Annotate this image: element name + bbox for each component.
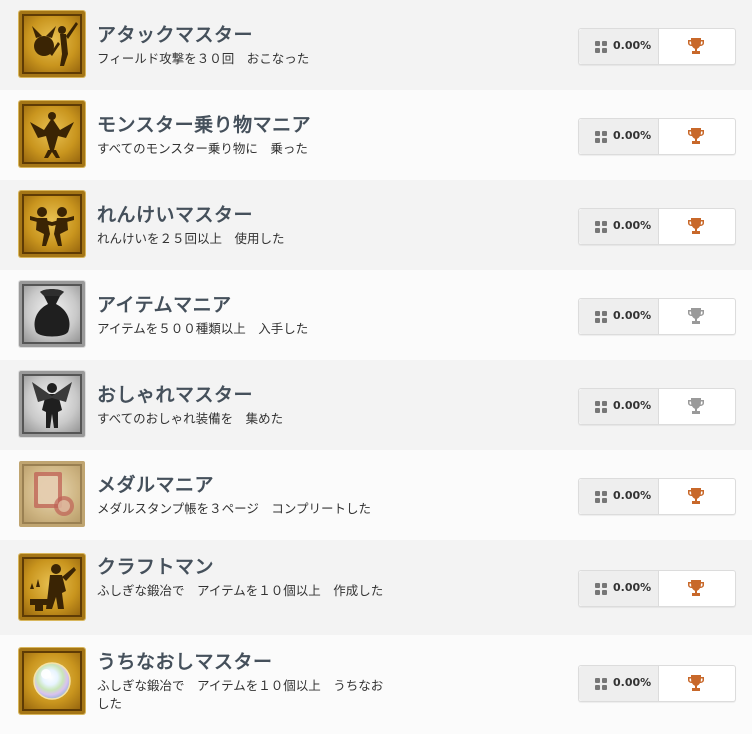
trophy-description: アイテムを５００種類以上 入手した bbox=[97, 321, 309, 336]
trophy-stat: 0.00% bbox=[578, 478, 736, 515]
trophy-title: クラフトマン bbox=[97, 556, 215, 578]
trophy-icon bbox=[688, 308, 704, 324]
trophy-row[interactable]: アイテムマニア アイテムを５００種類以上 入手した 0.00% bbox=[0, 270, 752, 360]
percent-value: 0.00% bbox=[613, 129, 652, 142]
percent-box: 0.00% bbox=[579, 571, 659, 606]
trophy-row[interactable]: れんけいマスター れんけいを２５回以上 使用した 0.00% bbox=[0, 180, 752, 270]
percent-box: 0.00% bbox=[579, 209, 659, 244]
rainbow-orb-icon bbox=[19, 648, 85, 714]
grid-icon bbox=[595, 678, 607, 690]
grid-icon bbox=[595, 131, 607, 143]
percent-value: 0.00% bbox=[613, 39, 652, 52]
trophy-icon bbox=[688, 398, 704, 414]
trophy-list: アタックマスター フィールド攻撃を３０回 おこなった 0.00% モンスター乗り… bbox=[0, 0, 752, 734]
percent-box: 0.00% bbox=[579, 389, 659, 424]
trophy-row[interactable]: うちなおしマスター ふしぎな鍛冶で アイテムを１０個以上 うちなおした 0.00… bbox=[0, 635, 752, 734]
trophy-row[interactable]: クラフトマン ふしぎな鍛冶で アイテムを１０個以上 作成した 0.00% bbox=[0, 540, 752, 635]
grid-icon bbox=[595, 311, 607, 323]
percent-value: 0.00% bbox=[613, 489, 652, 502]
fashion-figure-icon bbox=[19, 371, 85, 437]
dragon-rider-icon bbox=[19, 101, 85, 167]
trophy-icon bbox=[688, 218, 704, 234]
trophy-description: れんけいを２５回以上 使用した bbox=[97, 231, 285, 246]
percent-value: 0.00% bbox=[613, 309, 652, 322]
trophy-title: アタックマスター bbox=[97, 24, 254, 46]
trophy-title: れんけいマスター bbox=[97, 204, 254, 226]
medal-stamp-book-icon bbox=[19, 461, 85, 527]
percent-value: 0.00% bbox=[613, 219, 652, 232]
percent-box: 0.00% bbox=[579, 479, 659, 514]
trophy-row[interactable]: おしゃれマスター すべてのおしゃれ装備を 集めた 0.00% bbox=[0, 360, 752, 450]
percent-value: 0.00% bbox=[613, 581, 652, 594]
trophy-row[interactable]: モンスター乗り物マニア すべてのモンスター乗り物に 乗った 0.00% bbox=[0, 90, 752, 180]
trophy-title: うちなおしマスター bbox=[97, 651, 273, 673]
percent-value: 0.00% bbox=[613, 676, 652, 689]
trophy-icon bbox=[688, 675, 704, 691]
grid-icon bbox=[595, 41, 607, 53]
warrior-attack-icon bbox=[19, 11, 85, 77]
trophy-row[interactable]: メダルマニア メダルスタンプ帳を３ページ コンプリートした 0.00% bbox=[0, 450, 752, 540]
blacksmith-icon bbox=[19, 554, 85, 620]
grid-icon bbox=[595, 583, 607, 595]
trophy-description: フィールド攻撃を３０回 おこなった bbox=[97, 51, 310, 66]
grid-icon bbox=[595, 491, 607, 503]
trophy-title: モンスター乗り物マニア bbox=[97, 114, 312, 136]
trophy-icon bbox=[688, 38, 704, 54]
trophy-description: すべてのおしゃれ装備を 集めた bbox=[97, 411, 284, 426]
trophy-stat: 0.00% bbox=[578, 570, 736, 607]
percent-box: 0.00% bbox=[579, 299, 659, 334]
combo-duo-icon bbox=[19, 191, 85, 257]
trophy-icon bbox=[688, 488, 704, 504]
trophy-stat: 0.00% bbox=[578, 665, 736, 702]
trophy-row[interactable]: アタックマスター フィールド攻撃を３０回 おこなった 0.00% bbox=[0, 0, 752, 90]
trophy-stat: 0.00% bbox=[578, 208, 736, 245]
trophy-stat: 0.00% bbox=[578, 298, 736, 335]
grid-icon bbox=[595, 401, 607, 413]
trophy-stat: 0.00% bbox=[578, 118, 736, 155]
trophy-description: ふしぎな鍛冶で アイテムを１０個以上 うちなおした bbox=[97, 678, 384, 711]
trophy-stat: 0.00% bbox=[578, 28, 736, 65]
trophy-description: すべてのモンスター乗り物に 乗った bbox=[97, 141, 308, 156]
grid-icon bbox=[595, 221, 607, 233]
item-bag-icon bbox=[19, 281, 85, 347]
trophy-stat: 0.00% bbox=[578, 388, 736, 425]
trophy-icon bbox=[688, 580, 704, 596]
percent-value: 0.00% bbox=[613, 399, 652, 412]
percent-box: 0.00% bbox=[579, 29, 659, 64]
trophy-title: アイテムマニア bbox=[97, 294, 232, 316]
trophy-description: メダルスタンプ帳を３ページ コンプリートした bbox=[97, 501, 372, 516]
percent-box: 0.00% bbox=[579, 119, 659, 154]
trophy-title: おしゃれマスター bbox=[97, 384, 254, 406]
trophy-description: ふしぎな鍛冶で アイテムを１０個以上 作成した bbox=[97, 583, 384, 598]
trophy-icon bbox=[688, 128, 704, 144]
percent-box: 0.00% bbox=[579, 666, 659, 701]
trophy-title: メダルマニア bbox=[97, 474, 215, 496]
